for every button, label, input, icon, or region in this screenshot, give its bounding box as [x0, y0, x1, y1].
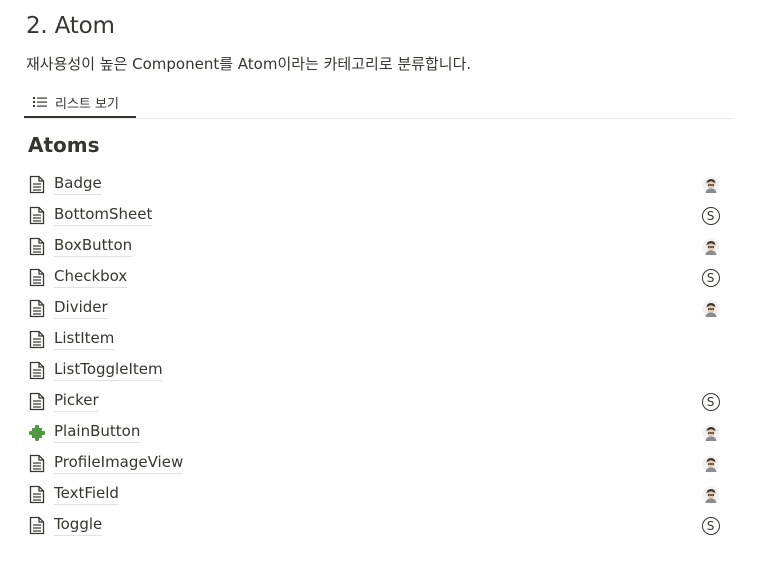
assignee-initial: S [701, 392, 720, 411]
list-item[interactable]: ProfileImageView [24, 448, 733, 479]
list-item[interactable]: Badge [24, 169, 733, 200]
assignee-initial-badge: S [700, 267, 721, 288]
list-icon [33, 97, 47, 107]
assignee-initial-badge: S [700, 515, 721, 536]
list-item-name[interactable]: BoxButton [54, 236, 133, 257]
page-icon [27, 237, 47, 257]
avatar-icon [700, 484, 721, 505]
page-icon [27, 268, 47, 288]
assignee-initial: S [701, 516, 720, 535]
list-item-name[interactable]: ListToggleItem [54, 360, 163, 381]
list-item[interactable]: PlainButton [24, 417, 733, 448]
assignee-initial-badge: S [700, 391, 721, 412]
list-item-name[interactable]: TextField [54, 484, 119, 505]
page-icon [27, 485, 47, 505]
list-item-name[interactable]: Picker [54, 391, 99, 412]
page-icon [27, 206, 47, 226]
page-icon [27, 175, 47, 195]
list-item[interactable]: ListToggleItem [24, 355, 733, 386]
avatar-icon [700, 422, 721, 443]
avatar-icon [700, 298, 721, 319]
page-icon [27, 361, 47, 381]
view-divider [24, 118, 733, 119]
page-title: 2. Atom [26, 13, 115, 39]
list-item[interactable]: Checkbox S [24, 262, 733, 293]
page-icon [27, 454, 47, 474]
page-icon [27, 330, 47, 350]
puzzle-icon [27, 423, 47, 443]
list-item[interactable]: ListItem [24, 324, 733, 355]
item-list: Badge BottomSheet S BoxButton Checkbox S Divid… [24, 169, 733, 541]
list-item[interactable]: TextField [24, 479, 733, 510]
list-item[interactable]: Toggle S [24, 510, 733, 541]
avatar-icon [700, 236, 721, 257]
list-item-name[interactable]: BottomSheet [54, 205, 153, 226]
list-item-name[interactable]: ProfileImageView [54, 453, 184, 474]
view-tab-label: 리스트 보기 [55, 96, 119, 112]
list-item[interactable]: BoxButton [24, 231, 733, 262]
assignee-initial: S [701, 206, 720, 225]
page-icon [27, 392, 47, 412]
avatar-icon [700, 453, 721, 474]
view-tab-list[interactable]: 리스트 보기 [24, 88, 136, 118]
list-item-name[interactable]: PlainButton [54, 422, 141, 443]
page-icon [27, 516, 47, 536]
list-item-name[interactable]: Divider [54, 298, 108, 319]
assignee-initial-badge: S [700, 205, 721, 226]
list-item-name[interactable]: Badge [54, 174, 102, 195]
list-item[interactable]: Picker S [24, 386, 733, 417]
assignee-initial: S [701, 268, 720, 287]
list-item-name[interactable]: ListItem [54, 329, 115, 350]
list-item[interactable]: BottomSheet S [24, 200, 733, 231]
avatar-icon [700, 174, 721, 195]
list-item-name[interactable]: Toggle [54, 515, 103, 536]
page-description: 재사용성이 높은 Component를 Atom이라는 카테고리로 분류합니다. [26, 55, 472, 73]
group-title: Atoms [28, 133, 100, 157]
page-icon [27, 299, 47, 319]
list-item[interactable]: Divider [24, 293, 733, 324]
list-item-name[interactable]: Checkbox [54, 267, 128, 288]
